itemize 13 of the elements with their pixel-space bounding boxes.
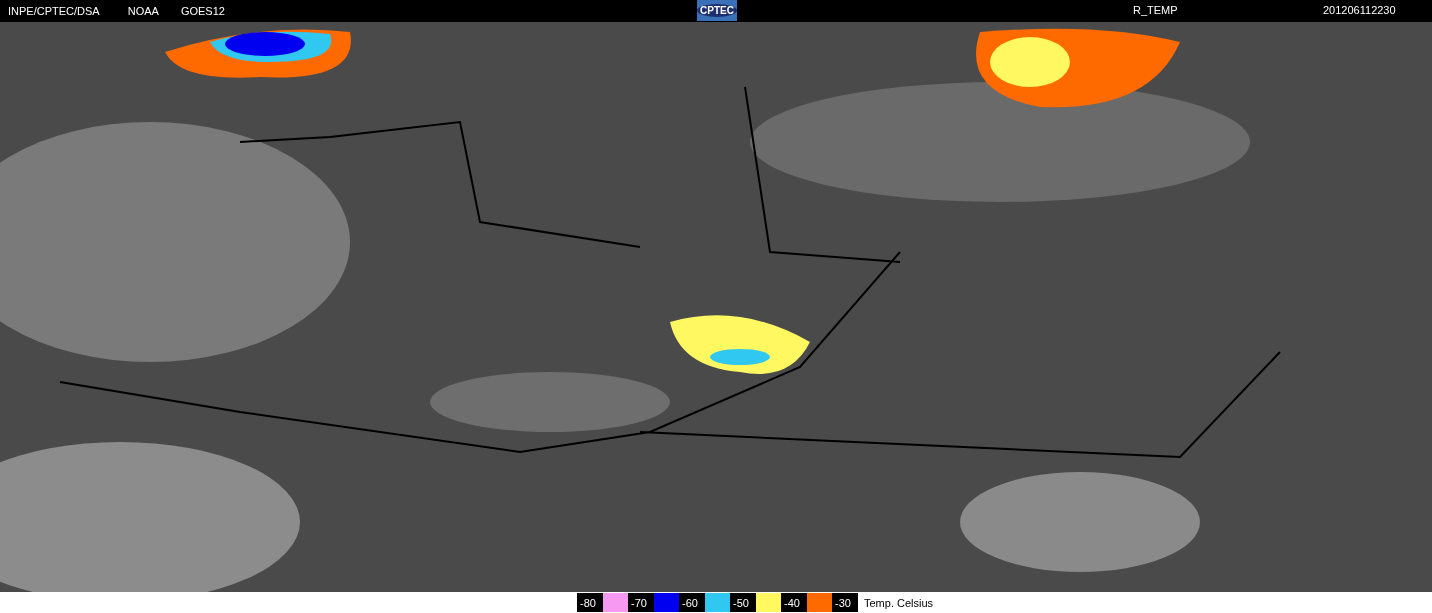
header-label: GOES12 bbox=[180, 5, 225, 17]
logo: CPTEC bbox=[697, 0, 737, 21]
legend-label: -50 bbox=[730, 593, 756, 612]
header-label: INPE/CPTEC/DSA bbox=[8, 5, 100, 17]
product-label: R_TEMP bbox=[1133, 4, 1178, 16]
header-label: NOAA bbox=[127, 5, 159, 17]
legend-label: -70 bbox=[628, 593, 654, 612]
legend-label: -60 bbox=[679, 593, 705, 612]
unit-label: Temp. Celsius bbox=[864, 596, 934, 609]
legend-label: -30 bbox=[832, 593, 858, 612]
legend-label: -40 bbox=[781, 593, 807, 612]
timestamp: 201206112230 bbox=[1323, 4, 1396, 16]
legend-label: -80 bbox=[577, 593, 603, 612]
